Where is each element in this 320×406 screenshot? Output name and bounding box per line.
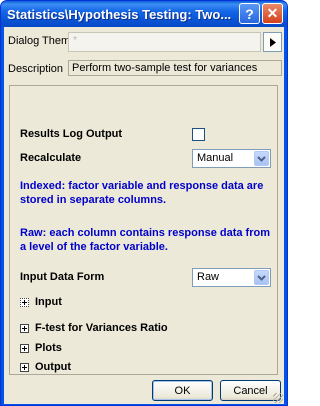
tree-node-ftest[interactable]: F-test for Variances Ratio [20,322,168,334]
theme-menu-button[interactable] [263,32,282,52]
title-bar[interactable]: Statistics\Hypothesis Testing: Two... ? … [1,1,287,27]
tree-node-ftest-label: F-test for Variances Ratio [35,322,168,334]
dialog-theme-label: Dialog Theme [8,35,77,47]
recalculate-value: Manual [197,152,234,164]
resize-grip-icon[interactable] [273,393,283,403]
close-button[interactable]: ✕ [262,3,283,24]
results-log-checkbox[interactable] [192,128,205,141]
triangle-right-icon [269,37,276,47]
input-data-form-label: Input Data Form [20,271,105,283]
chevron-down-icon[interactable] [254,270,269,285]
description-label: Description [8,63,64,75]
recalculate-label: Recalculate [20,152,82,164]
cancel-button[interactable]: Cancel [220,380,281,401]
tree-node-plots-label: Plots [35,342,62,354]
window-title: Statistics\Hypothesis Testing: Two... [7,7,232,22]
expand-icon[interactable] [20,362,29,372]
description-field: Perform two-sample test for variances [68,60,282,76]
dialog-theme-field[interactable]: * [68,32,261,52]
tree-node-output[interactable]: Output [20,361,71,373]
tree-node-input-label: Input [35,296,62,308]
expand-icon[interactable] [20,297,29,307]
tree-node-plots[interactable]: Plots [20,342,62,354]
chevron-down-icon[interactable] [254,151,269,166]
expand-icon[interactable] [20,323,29,333]
dialog-window: Statistics\Hypothesis Testing: Two... ? … [0,0,288,406]
info-indexed-text: Indexed: factor variable and response da… [20,180,264,206]
settings-panel: Results Log Output Recalculate Manual In… [9,85,278,375]
help-button[interactable]: ? [239,3,260,24]
tree-node-input[interactable]: Input [20,296,62,308]
results-log-label: Results Log Output [20,128,123,140]
ok-button[interactable]: OK [152,380,213,401]
recalculate-select[interactable]: Manual [192,149,271,168]
expand-icon[interactable] [20,343,29,353]
input-data-form-value: Raw [197,271,220,283]
dialog-body: Dialog Theme * Description Perform two-s… [4,27,284,404]
input-data-form-select[interactable]: Raw [192,268,271,287]
tree-node-output-label: Output [35,361,72,373]
info-raw-text: Raw: each column contains response data … [20,227,271,253]
